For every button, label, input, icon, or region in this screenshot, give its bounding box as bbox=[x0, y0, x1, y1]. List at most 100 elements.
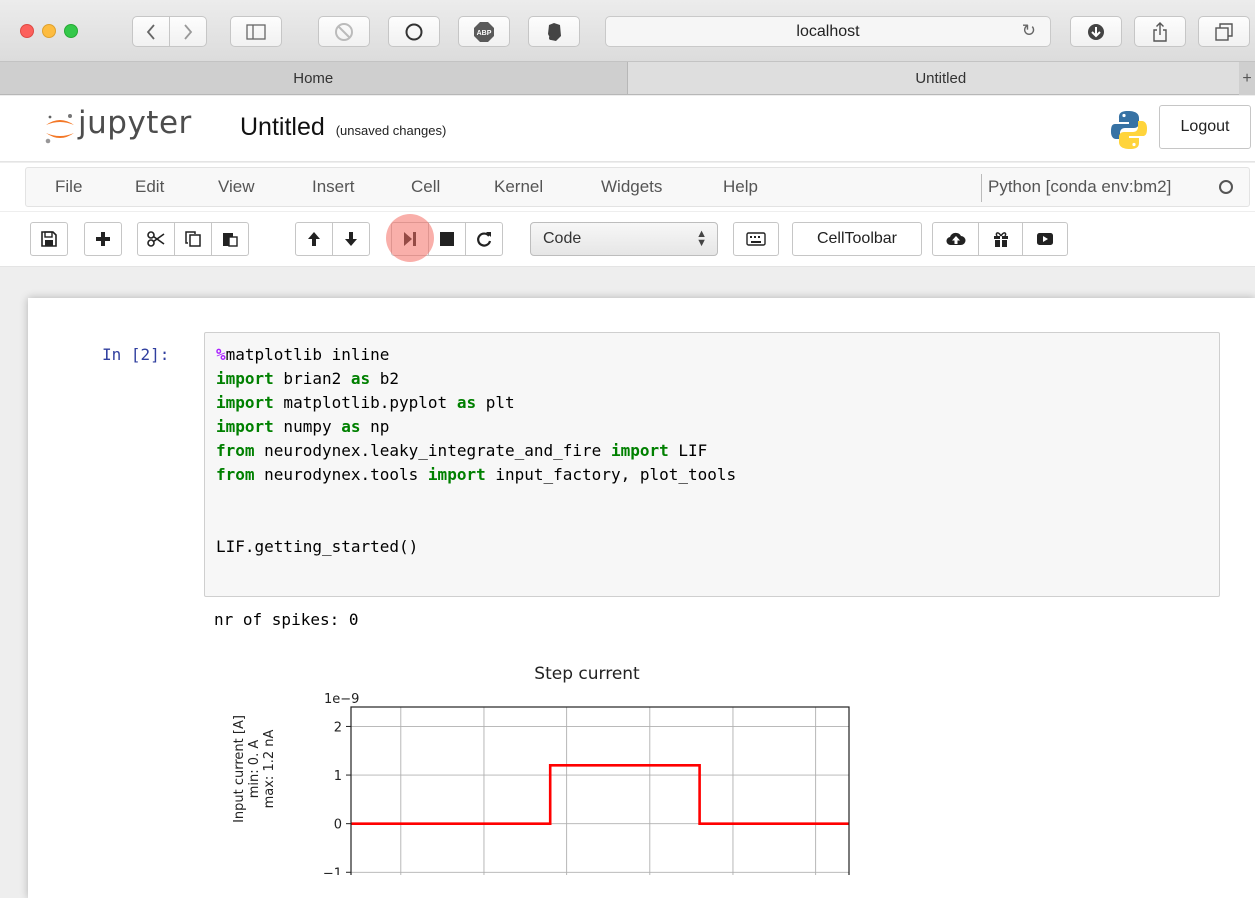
forward-button[interactable] bbox=[169, 16, 207, 47]
sidebar-toggle-button[interactable] bbox=[230, 16, 282, 47]
chart-y-axis-label-line: Input current [A] bbox=[232, 715, 247, 823]
adblock-plus-button[interactable]: ABP bbox=[458, 16, 510, 47]
code-line bbox=[216, 511, 1219, 535]
menu-widgets[interactable]: Widgets bbox=[601, 177, 662, 197]
circle-extension-button[interactable] bbox=[388, 16, 440, 47]
chart-y-tick-label: 1 bbox=[334, 769, 342, 784]
move-down-icon bbox=[344, 231, 358, 247]
download-icon bbox=[1087, 23, 1105, 41]
kernel-name[interactable]: Python [conda env:bm2] bbox=[988, 177, 1171, 197]
video-icon bbox=[1036, 231, 1054, 247]
cell-type-value: Code bbox=[543, 230, 581, 248]
code-line: import brian2 as b2 bbox=[216, 367, 1219, 391]
menu-insert[interactable]: Insert bbox=[312, 177, 355, 197]
paste-icon bbox=[222, 231, 238, 247]
copy-icon bbox=[185, 231, 201, 247]
evernote-extension-button[interactable] bbox=[528, 16, 580, 47]
menu-file[interactable]: File bbox=[55, 177, 82, 197]
move-cell-down-button[interactable] bbox=[332, 222, 370, 256]
minimize-window-button[interactable] bbox=[42, 24, 56, 38]
code-text: brian2 bbox=[274, 369, 351, 388]
code-text: neurodynex.tools bbox=[255, 465, 428, 484]
code-text: input_factory, plot_tools bbox=[486, 465, 736, 484]
code-text: b2 bbox=[370, 369, 399, 388]
new-tab-button[interactable]: + bbox=[1239, 62, 1255, 95]
insert-cell-button[interactable] bbox=[84, 222, 122, 256]
code-text: plt bbox=[476, 393, 515, 412]
code-text: neurodynex.leaky_integrate_and_fire bbox=[255, 441, 611, 460]
cell-type-select[interactable]: Code ▲▼ bbox=[530, 222, 718, 256]
downloads-button[interactable] bbox=[1070, 16, 1122, 47]
chart-grid bbox=[351, 707, 849, 875]
chart-series-line bbox=[351, 765, 849, 823]
save-status: (unsaved changes) bbox=[336, 123, 447, 138]
code-keyword: import bbox=[216, 369, 274, 388]
chart-title: Step current bbox=[534, 664, 640, 684]
svg-text:ABP: ABP bbox=[477, 30, 492, 37]
select-arrows-icon: ▲▼ bbox=[696, 230, 707, 248]
copy-button[interactable] bbox=[174, 222, 212, 256]
cut-button[interactable] bbox=[137, 222, 175, 256]
code-line: from neurodynex.tools import input_facto… bbox=[216, 463, 1219, 487]
code-line: from neurodynex.leaky_integrate_and_fire… bbox=[216, 439, 1219, 463]
restart-kernel-button[interactable] bbox=[465, 222, 503, 256]
jupyter-logo-icon[interactable] bbox=[44, 110, 76, 148]
code-text: LIF.getting_started() bbox=[216, 537, 418, 556]
code-text: matplotlib.pyplot bbox=[274, 393, 457, 412]
move-cell-up-button[interactable] bbox=[295, 222, 333, 256]
tab-overview-button[interactable] bbox=[1198, 16, 1250, 47]
tab-untitled[interactable]: Untitled bbox=[628, 62, 1255, 94]
share-button[interactable] bbox=[1134, 16, 1186, 47]
menu-container: File Edit View Insert Cell Kernel Widget… bbox=[25, 167, 1250, 207]
jupyter-logo-text[interactable]: jupyter bbox=[78, 105, 192, 141]
upload-button[interactable] bbox=[932, 222, 979, 256]
presentation-button[interactable] bbox=[1022, 222, 1068, 256]
circle-icon bbox=[404, 22, 424, 42]
menu-kernel[interactable]: Kernel bbox=[494, 177, 543, 197]
chart-y-tick-label: −1 bbox=[323, 866, 342, 875]
tab-home[interactable]: Home bbox=[0, 62, 628, 94]
code-keyword: as bbox=[457, 393, 476, 412]
code-keyword: from bbox=[216, 465, 255, 484]
menu-help[interactable]: Help bbox=[723, 177, 758, 197]
kernel-status-icon bbox=[1219, 180, 1233, 194]
save-button[interactable] bbox=[30, 222, 68, 256]
output-text: nr of spikes: 0 bbox=[214, 610, 359, 629]
command-palette-button[interactable] bbox=[733, 222, 779, 256]
gift-icon bbox=[993, 231, 1009, 247]
reload-icon[interactable]: ↻ bbox=[1022, 21, 1036, 41]
block-extension-button[interactable] bbox=[318, 16, 370, 47]
chart-y-ticks: 210−1 bbox=[323, 720, 816, 875]
menu-cell[interactable]: Cell bbox=[411, 177, 440, 197]
gift-button[interactable] bbox=[978, 222, 1023, 256]
notebook-title[interactable]: Untitled (unsaved changes) bbox=[240, 113, 446, 142]
tab-bar: Home Untitled + bbox=[0, 62, 1255, 95]
python-logo-icon bbox=[1110, 110, 1148, 150]
code-cell-editor[interactable]: %matplotlib inlineimport brian2 as b2imp… bbox=[204, 332, 1220, 597]
code-line bbox=[216, 487, 1219, 511]
paste-button[interactable] bbox=[211, 222, 249, 256]
logout-button[interactable]: Logout bbox=[1159, 105, 1251, 149]
back-button[interactable] bbox=[132, 16, 170, 47]
code-line: LIF.getting_started() bbox=[216, 535, 1219, 559]
menu-view[interactable]: View bbox=[218, 177, 255, 197]
maximize-window-button[interactable] bbox=[64, 24, 78, 38]
chart-plot-frame bbox=[351, 707, 849, 875]
code-keyword: import bbox=[611, 441, 669, 460]
menu-edit[interactable]: Edit bbox=[135, 177, 164, 197]
keyboard-icon bbox=[746, 232, 766, 246]
close-window-button[interactable] bbox=[20, 24, 34, 38]
code-keyword: from bbox=[216, 441, 255, 460]
input-prompt: In [2]: bbox=[102, 345, 169, 364]
step-current-chart: Step current 1e−9 210−1 Input current [A… bbox=[228, 655, 868, 875]
notebook-name[interactable]: Untitled bbox=[240, 113, 325, 141]
code-keyword: as bbox=[351, 369, 370, 388]
block-icon bbox=[334, 22, 354, 42]
chart-offset-label: 1e−9 bbox=[324, 692, 359, 707]
address-bar[interactable]: localhost ↻ bbox=[605, 16, 1051, 47]
celltoolbar-button[interactable]: CellToolbar bbox=[792, 222, 922, 256]
browser-toolbar: ABP localhost ↻ bbox=[0, 0, 1255, 62]
adblock-plus-icon: ABP bbox=[473, 21, 495, 43]
move-up-icon bbox=[307, 231, 321, 247]
chart-y-axis-label: Input current [A]min: 0. Amax: 1.2 nA bbox=[232, 715, 277, 823]
